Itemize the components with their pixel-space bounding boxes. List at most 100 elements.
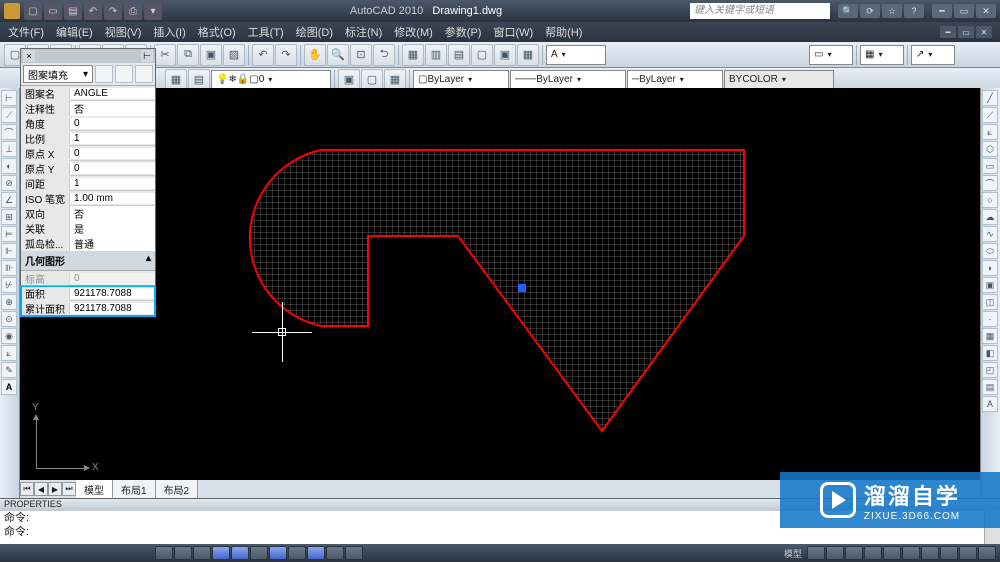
ellipse-icon[interactable]: ⬭	[982, 243, 998, 259]
menu-window[interactable]: 窗口(W)	[493, 24, 533, 40]
menu-tools[interactable]: 工具(T)	[248, 24, 284, 40]
prop-section-geometry[interactable]: 几何图形▴	[21, 251, 155, 271]
quickview-drawings-btn[interactable]	[826, 546, 844, 560]
snap-mode-btn[interactable]	[155, 546, 173, 560]
pline-icon[interactable]: ⟀	[982, 124, 998, 140]
search-icon[interactable]: 🔍	[838, 4, 858, 18]
annoauto-btn[interactable]	[883, 546, 901, 560]
tb-undo[interactable]: ↶	[252, 44, 274, 66]
jogged-icon[interactable]: ⟀	[1, 345, 17, 361]
3dosnap-btn[interactable]	[250, 546, 268, 560]
hatch-icon[interactable]: ▦	[982, 328, 998, 344]
tablestyle-combo[interactable]: ▦▾	[860, 45, 904, 65]
insert-icon[interactable]: ▣	[982, 277, 998, 293]
menu-insert[interactable]: 插入(I)	[153, 24, 185, 40]
ducs-btn[interactable]	[288, 546, 306, 560]
cleanscreen-btn[interactable]	[978, 546, 996, 560]
dim-continue-icon[interactable]: ⊩	[1, 243, 17, 259]
ortho-btn[interactable]	[193, 546, 211, 560]
pickadd-icon[interactable]	[115, 65, 133, 83]
dim-angular-icon[interactable]: ∠	[1, 192, 17, 208]
tb-markup[interactable]: ▣	[494, 44, 516, 66]
dim-edit-icon[interactable]: ✎	[1, 362, 17, 378]
properties-panel[interactable]: × ⊢ 图案填充▾ 图案名ANGLE 注释性否 角度0 比例1 原点 X0 原点…	[20, 48, 156, 317]
tb-zoom-win[interactable]: ⊡	[350, 44, 372, 66]
selection-type-combo[interactable]: 图案填充▾	[23, 65, 93, 83]
tb-zoom-prev[interactable]: ⮌	[373, 44, 395, 66]
annoscale-btn[interactable]	[845, 546, 863, 560]
quickview-layouts-btn[interactable]	[807, 546, 825, 560]
hardware-accel-btn[interactable]	[940, 546, 958, 560]
lineweight-combo[interactable]: ─ ByLayer▾	[627, 70, 723, 90]
menu-param[interactable]: 参数(P)	[445, 24, 482, 40]
ellipsearc-icon[interactable]: ◗	[982, 260, 998, 276]
spline-icon[interactable]: ∿	[982, 226, 998, 242]
tb-zoom-rt[interactable]: 🔍	[327, 44, 349, 66]
menu-file[interactable]: 文件(F)	[8, 24, 44, 40]
help-icon[interactable]: ?	[904, 4, 924, 18]
selectobj-icon[interactable]	[135, 65, 153, 83]
dim-ordinate-icon[interactable]: ⊥	[1, 141, 17, 157]
maximize-button[interactable]: ▭	[954, 4, 974, 18]
comm-icon[interactable]: ☆	[882, 4, 902, 18]
app-logo[interactable]	[4, 3, 20, 19]
dimstyle-combo[interactable]: ▭▾	[809, 45, 853, 65]
menu-view[interactable]: 视图(V)	[105, 24, 142, 40]
qat-new[interactable]: ▢	[24, 2, 42, 20]
region-icon[interactable]: ◰	[982, 362, 998, 378]
ws-switch-btn[interactable]	[902, 546, 920, 560]
tb-ssm[interactable]: ▢	[471, 44, 493, 66]
point-icon[interactable]: ·	[982, 311, 998, 327]
plotstyle-combo[interactable]: BYCOLOR▾	[724, 70, 834, 90]
tb-cut[interactable]: ✂	[154, 44, 176, 66]
dim-radius-icon[interactable]: ◐	[1, 158, 17, 174]
otrack-btn[interactable]	[269, 546, 287, 560]
help-search-input[interactable]: 键入关键字或短语	[690, 3, 830, 19]
tb-qcalc[interactable]: ▦	[517, 44, 539, 66]
hatch-object[interactable]	[20, 88, 980, 498]
inspect-icon[interactable]: ◉	[1, 328, 17, 344]
dim-baseline-icon[interactable]: ⊨	[1, 226, 17, 242]
dim-break-icon[interactable]: ⊬	[1, 277, 17, 293]
isolate-btn[interactable]	[959, 546, 977, 560]
arc-icon[interactable]: ⌒	[982, 175, 998, 191]
modelspace-btn[interactable]: 模型	[780, 547, 806, 560]
linetype-combo[interactable]: ─── ByLayer▾	[510, 70, 626, 90]
tb-match[interactable]: ▨	[223, 44, 245, 66]
menu-draw[interactable]: 绘图(D)	[296, 24, 333, 40]
dim-diameter-icon[interactable]: ⊘	[1, 175, 17, 191]
properties-autohide-icon[interactable]: ⊢	[141, 50, 153, 62]
qat-open[interactable]: ▭	[44, 2, 62, 20]
table-icon[interactable]: ▤	[982, 379, 998, 395]
qat-more[interactable]: ▾	[144, 2, 162, 20]
annovis-btn[interactable]	[864, 546, 882, 560]
mtext-icon[interactable]: A	[982, 396, 998, 412]
menu-modify[interactable]: 修改(M)	[394, 24, 433, 40]
dim-arc-icon[interactable]: ⌒	[1, 124, 17, 140]
mdi-minimize[interactable]: ━	[940, 26, 956, 38]
subscription-icon[interactable]: ⟳	[860, 4, 880, 18]
color-combo[interactable]: ▢ ByLayer▾	[413, 70, 509, 90]
tb-copy[interactable]: ⧉	[177, 44, 199, 66]
tb-props[interactable]: ▦	[402, 44, 424, 66]
tb-paste[interactable]: ▣	[200, 44, 222, 66]
qat-redo[interactable]: ↷	[104, 2, 122, 20]
line-icon[interactable]: ╱	[982, 90, 998, 106]
cline-icon[interactable]: ⟋	[982, 107, 998, 123]
tolerance-icon[interactable]: ⊕	[1, 294, 17, 310]
toolbar-lock-btn[interactable]	[921, 546, 939, 560]
minimize-button[interactable]: ━	[932, 4, 952, 18]
polar-btn[interactable]	[212, 546, 230, 560]
qp-btn[interactable]	[345, 546, 363, 560]
tab-layout2[interactable]: 布局2	[156, 480, 199, 499]
menu-help[interactable]: 帮助(H)	[545, 24, 582, 40]
tab-layout1[interactable]: 布局1	[113, 480, 156, 499]
tb-tpalette[interactable]: ▤	[448, 44, 470, 66]
dim-space-icon[interactable]: ⊪	[1, 260, 17, 276]
textstyle-combo[interactable]: A▾	[546, 45, 606, 65]
qat-print[interactable]: ⎙	[124, 2, 142, 20]
qat-save[interactable]: ▤	[64, 2, 82, 20]
osnap-btn[interactable]	[231, 546, 249, 560]
close-button[interactable]: ✕	[976, 4, 996, 18]
layer-combo[interactable]: 💡❄🔒▢ 0▾	[211, 70, 331, 90]
